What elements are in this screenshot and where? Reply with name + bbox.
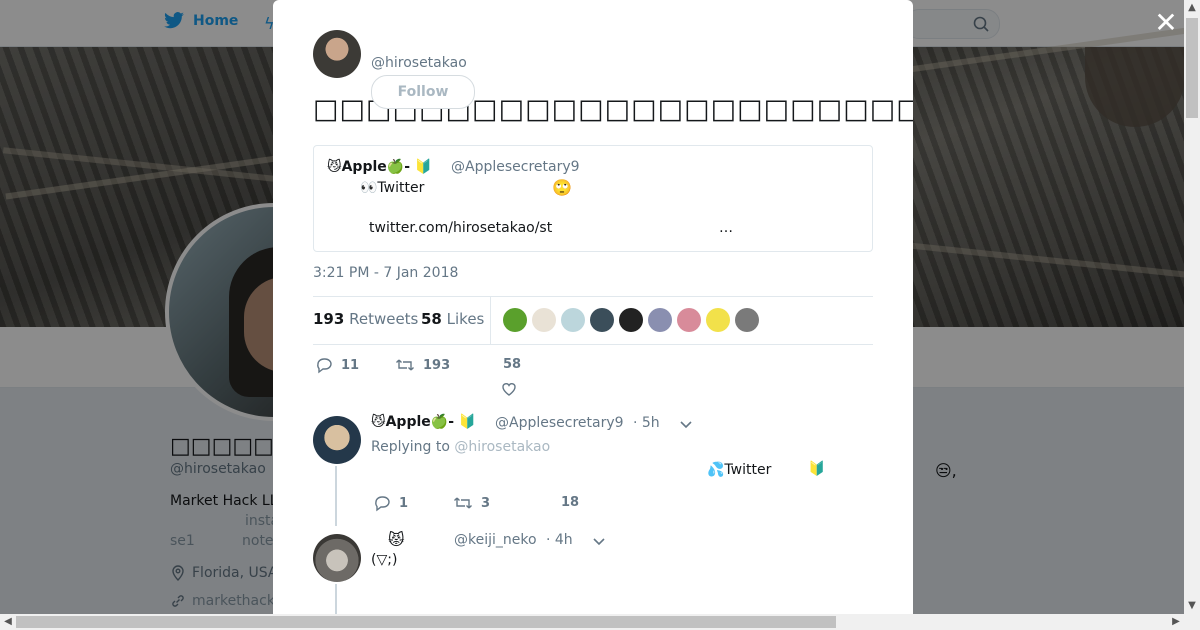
quote-emoji: 🙄 — [552, 178, 572, 197]
scroll-down-icon[interactable]: ▼ — [1184, 598, 1200, 614]
heart-icon[interactable] — [500, 380, 518, 398]
liker-avatar[interactable] — [503, 308, 527, 332]
reply-author-handle[interactable]: @keiji_neko — [454, 532, 537, 548]
reply-retweet-count: 3 — [481, 495, 491, 511]
reply-count: 11 — [341, 357, 360, 373]
reply-like-action[interactable]: 18 — [561, 495, 579, 510]
author-avatar[interactable] — [313, 30, 361, 78]
reply-author-name-text: 😼Apple🍏- — [371, 414, 455, 430]
reply-avatar[interactable] — [313, 534, 361, 582]
liker-avatar[interactable] — [532, 308, 556, 332]
scroll-up-icon[interactable]: ▲ — [1184, 0, 1200, 16]
thread-line — [335, 466, 337, 526]
liker-avatar[interactable] — [735, 308, 759, 332]
horizontal-scroll-thumb[interactable] — [16, 616, 836, 628]
close-icon[interactable]: ✕ — [1152, 8, 1180, 38]
retweet-action[interactable]: 193 — [395, 356, 450, 374]
stats-divider — [490, 297, 491, 344]
liker-avatar[interactable] — [677, 308, 701, 332]
beginner-badge-icon: 🔰 — [414, 159, 433, 175]
like-count-label: 58 — [503, 357, 521, 372]
liker-avatar[interactable] — [648, 308, 672, 332]
retweet-count: 193 — [423, 357, 451, 373]
reply-author-name[interactable]: 😾 — [388, 530, 405, 549]
liker-avatar[interactable] — [590, 308, 614, 332]
reply-author-name[interactable]: 😼Apple🍏- 🔰 — [371, 414, 476, 430]
beginner-badge-icon: 🔰 — [458, 414, 477, 430]
quote-author-name: 😼Apple🍏- 🔰 — [327, 159, 432, 175]
chevron-down-icon[interactable] — [592, 535, 606, 549]
replying-to: Replying to @hirosetakao — [371, 439, 550, 455]
tweet-timestamp[interactable]: 3:21 PM - 7 Jan 2018 — [313, 265, 458, 281]
retweets-count: 193 — [313, 310, 345, 328]
quote-text: 👀Twitter — [360, 180, 425, 196]
tweet-stats: 193 Retweets 58 Likes — [313, 296, 873, 345]
quote-ellipsis: … — [719, 220, 733, 236]
quoted-tweet[interactable]: 😼Apple🍏- 🔰 @Applesecretary9 👀Twitter 🙄 t… — [313, 145, 873, 252]
liker-avatar[interactable] — [619, 308, 643, 332]
thread-line — [335, 584, 337, 614]
likes-label: Likes — [446, 310, 485, 328]
likes-count: 58 — [421, 310, 442, 328]
vertical-scrollbar[interactable]: ▲ ▼ — [1184, 0, 1200, 614]
retweets-label: Retweets — [349, 310, 419, 328]
follow-button[interactable]: Follow — [371, 75, 475, 109]
reply-author-handle[interactable]: @Applesecretary9 — [495, 415, 624, 431]
quote-author-handle: @Applesecretary9 — [451, 159, 580, 175]
reply-text: 💦Twitter — [707, 462, 772, 478]
reply-text: (▽;) — [371, 552, 398, 568]
replying-to-handle[interactable]: @hirosetakao — [454, 439, 550, 455]
reply-badge: 🔰 — [808, 461, 826, 477]
reply-time[interactable]: · 4h — [546, 532, 573, 548]
reply-reply-count: 1 — [399, 495, 409, 511]
replying-to-prefix: Replying to — [371, 439, 450, 455]
chevron-down-icon[interactable] — [679, 418, 693, 432]
reply-like-count: 18 — [561, 495, 580, 510]
liker-avatar[interactable] — [561, 308, 585, 332]
vertical-scroll-thumb[interactable] — [1186, 18, 1198, 118]
retweets-stat[interactable]: 193 Retweets — [313, 310, 418, 328]
liker-avatar[interactable] — [706, 308, 730, 332]
horizontal-scrollbar[interactable]: ◀ ▶ — [0, 614, 1200, 630]
quote-link[interactable]: twitter.com/hirosetakao/st — [369, 220, 552, 236]
retweet-icon — [454, 497, 472, 509]
like-count: 58 — [503, 357, 522, 372]
scroll-right-icon[interactable]: ▶ — [1168, 614, 1184, 630]
retweet-icon — [396, 359, 414, 371]
tweet-modal: @hirosetakao □□□□□□□□□□□□□□□□□□□□□□□□□□□… — [273, 0, 913, 614]
reply-reply-action[interactable]: 1 — [373, 494, 408, 512]
reply-time[interactable]: · 5h — [633, 415, 660, 431]
reply-icon — [375, 496, 390, 512]
scroll-left-icon[interactable]: ◀ — [0, 614, 16, 630]
quote-author-name-text: 😼Apple🍏- — [327, 159, 411, 175]
reply-action[interactable]: 11 — [315, 356, 359, 374]
reply-retweet-action[interactable]: 3 — [453, 494, 490, 512]
author-handle[interactable]: @hirosetakao — [371, 55, 467, 71]
likes-stat[interactable]: 58 Likes — [421, 310, 484, 328]
reply-icon — [317, 358, 332, 374]
reply-avatar[interactable] — [313, 416, 361, 464]
